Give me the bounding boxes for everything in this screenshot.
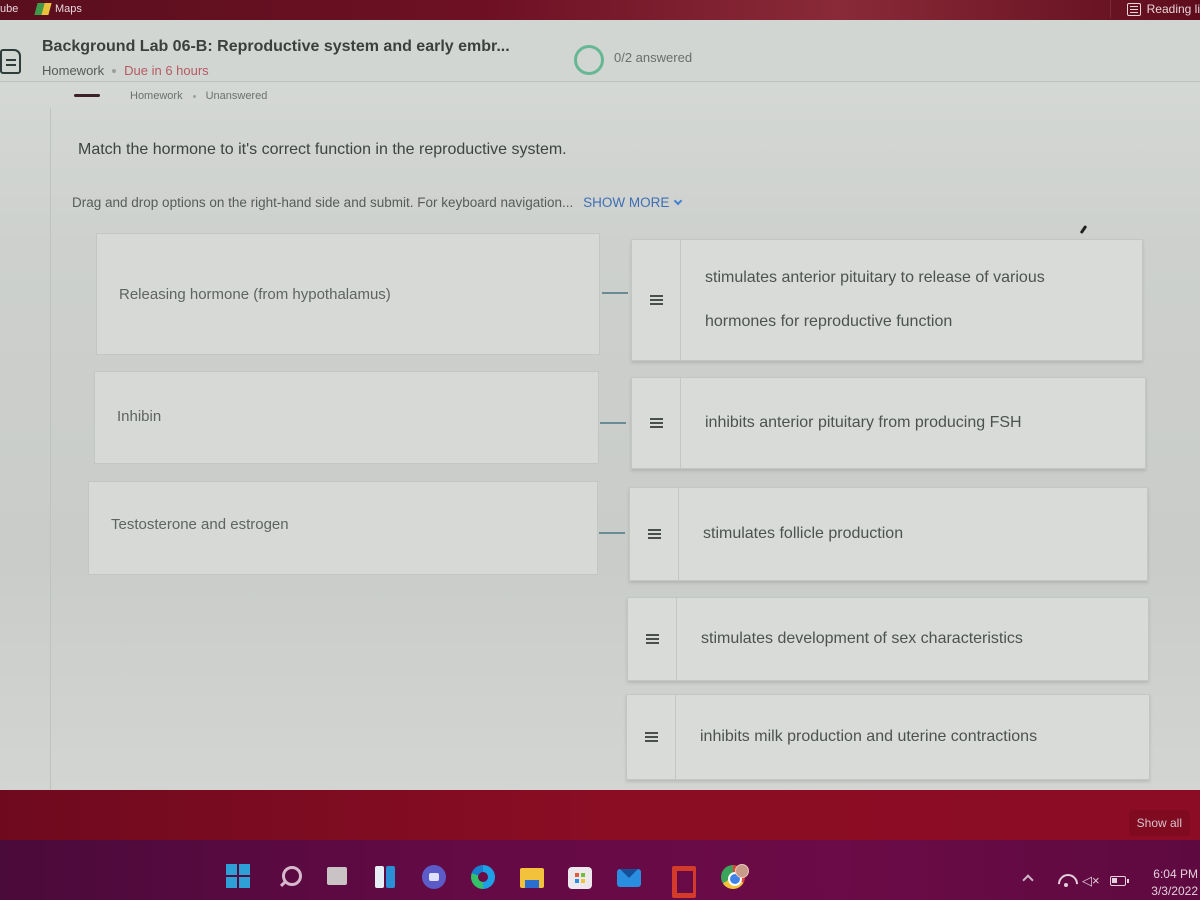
clock-date: 3/3/2022 xyxy=(1151,884,1198,898)
response-line: stimulates follicle production xyxy=(703,525,904,542)
chevron-down-icon xyxy=(674,196,683,206)
taskbar xyxy=(0,840,1200,900)
question-instructions: Drag and drop options on the right-hand … xyxy=(72,195,683,210)
response-line: inhibits milk production and uterine con… xyxy=(700,728,1038,745)
wifi-icon[interactable] xyxy=(1058,874,1074,887)
favorite-label: Maps xyxy=(55,3,82,15)
document-icon xyxy=(0,49,21,74)
match-connector xyxy=(600,422,626,424)
taskbar-clock[interactable]: 6:04 PM 3/3/2022 xyxy=(1151,866,1198,900)
response-text: stimulates anterior pituitary to release… xyxy=(681,240,1142,360)
chrome-profile-avatar xyxy=(735,864,749,878)
instructions-text: Drag and drop options on the right-hand … xyxy=(72,195,574,210)
battery-icon[interactable] xyxy=(1110,876,1129,886)
premise-item: Testosterone and estrogen xyxy=(88,481,598,575)
premise-item: Inhibin xyxy=(94,371,599,464)
response-text: stimulates development of sex characteri… xyxy=(677,598,1148,680)
response-text: stimulates follicle production xyxy=(679,488,1147,580)
drag-handle-icon xyxy=(644,731,658,743)
drag-handle-icon xyxy=(649,417,663,429)
draggable-response[interactable]: stimulates follicle production xyxy=(629,487,1148,581)
question-status: Unanswered xyxy=(205,90,268,102)
start-icon[interactable] xyxy=(226,864,252,890)
favorite-label: ube xyxy=(0,3,19,15)
page-content: Background Lab 06-B: Reproductive system… xyxy=(0,20,1200,798)
response-line: hormones for reproductive function xyxy=(705,313,953,330)
response-line: stimulates anterior pituitary to release… xyxy=(705,269,1045,286)
show-all-button[interactable]: Show all xyxy=(1128,810,1190,836)
progress-ring-icon xyxy=(574,45,604,75)
favorites-divider xyxy=(1110,0,1111,18)
response-line: stimulates development of sex characteri… xyxy=(701,630,1023,647)
premise-item: Releasing hormone (from hypothalamus) xyxy=(96,233,600,355)
drag-handle-icon xyxy=(645,633,659,645)
collapse-handle[interactable] xyxy=(74,94,100,97)
drag-handle[interactable] xyxy=(628,598,677,680)
premise-label: Testosterone and estrogen xyxy=(111,516,289,533)
mail-icon[interactable] xyxy=(616,864,642,890)
draggable-response[interactable]: inhibits milk production and uterine con… xyxy=(626,694,1150,780)
question-type: Homework xyxy=(130,90,183,102)
match-connector xyxy=(602,292,628,294)
response-text: inhibits milk production and uterine con… xyxy=(676,695,1149,779)
separator-dot xyxy=(112,68,117,73)
draggable-response[interactable]: inhibits anterior pituitary from produci… xyxy=(631,377,1146,469)
favorites-bar: ube Maps Reading li xyxy=(0,0,1200,20)
microsoft-store-icon[interactable] xyxy=(567,864,593,890)
show-more-link[interactable]: SHOW MORE xyxy=(583,195,683,210)
assignment-meta: Homework Due in 6 hours xyxy=(42,63,209,78)
assignment-type: Homework xyxy=(42,63,105,78)
teams-chat-icon[interactable] xyxy=(421,864,447,890)
premise-label: Releasing hormone (from hypothalamus) xyxy=(119,285,391,303)
response-line: inhibits anterior pituitary from produci… xyxy=(705,414,1022,431)
reading-list-label: Reading li xyxy=(1146,2,1200,16)
match-connector xyxy=(599,532,625,534)
drag-handle[interactable] xyxy=(632,240,681,360)
assignment-title: Background Lab 06-B: Reproductive system… xyxy=(42,38,510,55)
reading-list-icon xyxy=(1126,2,1141,16)
file-explorer-icon[interactable] xyxy=(519,864,545,890)
clock-time: 6:04 PM xyxy=(1153,867,1198,881)
drag-handle-icon xyxy=(649,294,663,306)
favorite-maps[interactable]: Maps xyxy=(36,3,82,15)
download-bar: Show all xyxy=(0,790,1200,840)
assignment-header: Background Lab 06-B: Reproductive system… xyxy=(0,20,1200,82)
maps-icon xyxy=(36,3,50,15)
response-text: inhibits anterior pituitary from produci… xyxy=(681,378,1145,468)
due-date: Due in 6 hours xyxy=(124,63,209,78)
premise-label: Inhibin xyxy=(117,408,162,425)
separator-dot xyxy=(192,94,196,98)
draggable-response[interactable]: stimulates development of sex characteri… xyxy=(627,597,1149,681)
drag-handle-icon xyxy=(647,528,661,540)
office-icon[interactable] xyxy=(668,864,696,898)
question-meta: Homework Unanswered xyxy=(74,90,268,102)
task-view-icon[interactable] xyxy=(325,864,351,890)
favorite-youtube[interactable]: ube xyxy=(0,3,18,15)
reading-list-button[interactable]: Reading li xyxy=(1126,2,1200,16)
show-more-label: SHOW MORE xyxy=(583,195,670,210)
drag-handle[interactable] xyxy=(630,488,679,580)
widgets-icon[interactable] xyxy=(373,864,399,890)
progress-text: 0/2 answered xyxy=(614,50,693,65)
draggable-response[interactable]: stimulates anterior pituitary to release… xyxy=(631,239,1143,361)
question-prompt: Match the hormone to it's correct functi… xyxy=(78,141,567,158)
drag-handle[interactable] xyxy=(627,695,676,779)
drag-handle[interactable] xyxy=(632,378,681,468)
search-icon[interactable] xyxy=(278,864,304,890)
edge-icon[interactable] xyxy=(470,864,496,890)
volume-muted-icon[interactable]: ◁× xyxy=(1082,873,1100,889)
